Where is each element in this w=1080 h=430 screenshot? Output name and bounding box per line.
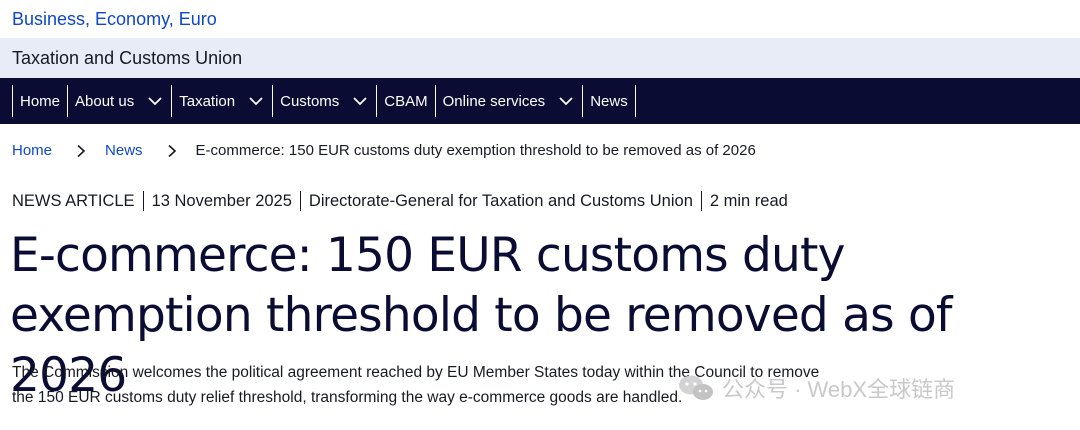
meta-divider: [142, 191, 144, 211]
watermark: 公众号 · WebX全球链商: [676, 372, 955, 404]
breadcrumb: Home News E-commerce: 150 EUR customs du…: [12, 142, 756, 159]
nav-item-label: Customs: [280, 92, 340, 110]
watermark-text: 公众号 · WebX全球链商: [722, 377, 956, 402]
nav-item-label: Taxation: [179, 92, 236, 110]
chevron-down-icon[interactable]: [146, 92, 164, 110]
site-title-link[interactable]: Business, Economy, Euro: [12, 9, 217, 30]
meta-divider: [700, 191, 702, 211]
chevron-right-icon: [74, 144, 88, 158]
article-meta: NEWS ARTICLE 13 November 2025 Directorat…: [12, 191, 788, 211]
nav-item-label: About us: [75, 92, 135, 110]
chevron-down-icon[interactable]: [557, 92, 575, 110]
nav-item-customs[interactable]: Customs: [272, 85, 376, 117]
nav-item-label: News: [590, 92, 628, 110]
nav-item-label: Online services: [442, 92, 546, 110]
nav-item-online-services[interactable]: Online services: [434, 85, 583, 117]
breadcrumb-current: E-commerce: 150 EUR customs duty exempti…: [195, 142, 756, 159]
chevron-down-icon[interactable]: [247, 92, 265, 110]
meta-divider: [299, 191, 301, 211]
nav-item-cbam[interactable]: CBAM: [376, 85, 434, 117]
nav-item-news[interactable]: News: [582, 85, 636, 117]
breadcrumb-link-home[interactable]: Home: [12, 142, 52, 159]
nav-item-about-us[interactable]: About us: [67, 85, 171, 117]
site-header: Business, Economy, Euro: [0, 0, 1080, 38]
subsite-header: Taxation and Customs Union: [0, 38, 1080, 78]
nav-item-home[interactable]: Home: [12, 85, 67, 117]
breadcrumb-link-news[interactable]: News: [105, 142, 143, 159]
article-date: 13 November 2025: [151, 191, 292, 210]
nav-item-taxation[interactable]: Taxation: [171, 85, 272, 117]
chevron-down-icon[interactable]: [351, 92, 369, 110]
nav-item-label: CBAM: [384, 92, 428, 110]
article-author: Directorate-General for Taxation and Cus…: [308, 191, 693, 210]
article-type: NEWS ARTICLE: [12, 191, 135, 210]
nav-item-label: Home: [20, 92, 61, 110]
main-navigation: Home About us Taxation Customs CBAM Onli…: [0, 78, 1080, 124]
subsite-title[interactable]: Taxation and Customs Union: [12, 48, 242, 69]
chevron-right-icon: [165, 144, 179, 158]
article-read-time: 2 min read: [709, 191, 788, 210]
wechat-logo-icon: [676, 373, 716, 403]
